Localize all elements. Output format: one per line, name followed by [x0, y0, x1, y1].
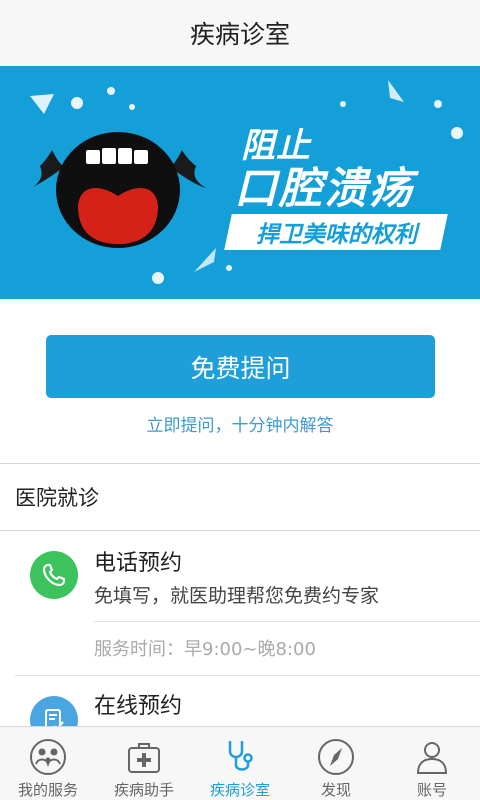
tab-disease-clinic[interactable]: 疾病诊室	[192, 727, 288, 800]
form-check-icon	[30, 696, 78, 726]
family-icon	[30, 739, 66, 775]
section-divider	[0, 463, 480, 464]
tab-discover[interactable]: 发现	[288, 727, 384, 800]
phone-icon	[30, 551, 78, 599]
online-appointment-title: 在线预约	[94, 694, 183, 719]
ask-subtext: 立即提问，十分钟内解答	[146, 416, 334, 436]
phone-appointment-desc: 免填写，就医助理帮您免费约专家	[94, 585, 380, 607]
free-ask-button[interactable]: 免费提问	[46, 335, 435, 398]
stethoscope-icon	[228, 741, 253, 771]
tab-disease-assistant[interactable]: 疾病助手	[96, 727, 192, 800]
tab-label: 我的服务	[17, 781, 78, 799]
banner-slogan: 捍卫美味的权利	[255, 222, 417, 248]
tab-label: 账号	[416, 781, 447, 799]
bottom-tab-bar: 我的服务 疾病助手 疾病诊室 发现 账号	[0, 726, 480, 800]
promo-banner[interactable]: 阻止 口腔溃疡 捍卫美味的权利	[0, 66, 480, 299]
banner-headline-large: 口腔溃疡	[234, 164, 414, 214]
online-appointment-item[interactable]: 在线预约	[0, 676, 480, 726]
tab-account[interactable]: 账号	[384, 727, 480, 800]
tab-my-services[interactable]: 我的服务	[0, 727, 96, 800]
tab-label: 疾病诊室	[209, 781, 270, 799]
page-title: 疾病诊室	[189, 20, 290, 49]
user-icon	[416, 742, 448, 774]
tab-label: 发现	[320, 781, 351, 799]
tab-label: 疾病助手	[113, 781, 174, 799]
medical-kit-icon	[128, 743, 160, 773]
hospital-section-title: 医院就诊	[15, 486, 99, 510]
banner-slogan-box: 捍卫美味的权利	[224, 214, 448, 250]
compass-icon	[318, 739, 354, 775]
service-hours: 服务时间：早9:00~晚8:00	[94, 639, 316, 660]
title-bar: 疾病诊室	[0, 0, 480, 66]
phone-appointment-item[interactable]: 电话预约 免填写，就医助理帮您免费约专家 服务时间：早9:00~晚8:00	[0, 531, 480, 675]
phone-appointment-title: 电话预约	[94, 551, 183, 576]
item-divider	[94, 621, 480, 622]
